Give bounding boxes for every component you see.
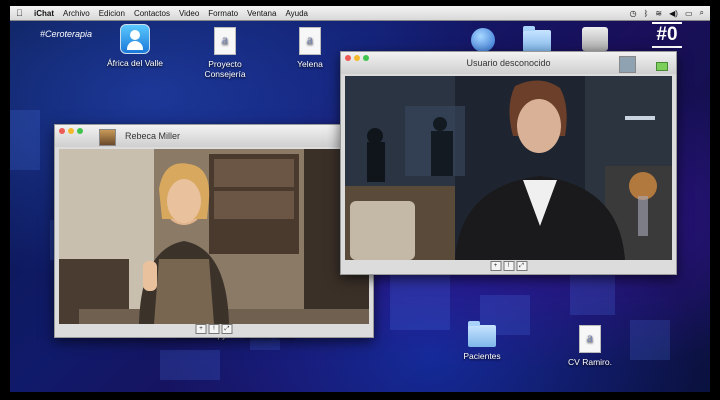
contact-avatar — [99, 129, 116, 146]
desktop-icon-label: Pacientes — [463, 351, 501, 361]
mute-button[interactable]: ! — [503, 261, 514, 271]
chat-bubble-icon[interactable] — [656, 62, 668, 71]
contact-card-icon — [120, 24, 150, 54]
bg-tile — [10, 110, 40, 170]
volume-icon[interactable]: ◀) — [669, 9, 678, 18]
close-window-button[interactable] — [59, 128, 65, 134]
chat-window-rebeca[interactable]: Rebeca Miller + ! ⤢ — [54, 124, 374, 338]
add-participant-button[interactable]: + — [490, 261, 501, 271]
menu-formato[interactable]: Formato — [208, 9, 238, 18]
hard-disk-icon — [582, 27, 608, 51]
window-title: Rebeca Miller — [125, 131, 181, 141]
menu-ichat[interactable]: iChat — [34, 9, 54, 18]
folder-icon — [523, 26, 551, 52]
document-icon: a — [214, 27, 236, 55]
window-controls — [59, 128, 83, 134]
desktop-icon-label: Yelena — [297, 59, 323, 69]
video-feed-unknown — [345, 76, 672, 260]
bluetooth-icon[interactable]: ᛒ — [644, 9, 649, 18]
status-area: ◷ ᛒ ≋ ◀) ▭ ⌕ — [630, 6, 704, 20]
menu-edicion[interactable]: Edicion — [99, 9, 125, 18]
contact-avatar — [619, 56, 636, 73]
window-titlebar[interactable]: Rebeca Miller — [55, 125, 373, 147]
channel-logo: #0 — [652, 22, 682, 48]
document-icon: a — [299, 27, 321, 55]
menu-contactos[interactable]: Contactos — [134, 9, 170, 18]
spotlight-icon[interactable]: ⌕ — [700, 8, 704, 18]
desktop-icon-yelena[interactable]: a Yelena — [275, 27, 345, 69]
clock-icon[interactable]: ◷ — [630, 9, 637, 18]
hashtag-label: #Ceroterapia — [40, 29, 93, 39]
menu-archivo[interactable]: Archivo — [63, 9, 90, 18]
chat-window-unknown[interactable]: Usuario desconocido + ! ⤢ — [340, 51, 677, 275]
video-feed-rebeca — [59, 149, 369, 324]
video-controls: + ! ⤢ — [195, 324, 233, 334]
desktop-icon-label: África del Valle — [106, 58, 164, 68]
video-controls: + ! ⤢ — [490, 261, 527, 271]
desktop-icon-africa[interactable]: África del Valle — [100, 24, 170, 68]
fullscreen-button[interactable]: ⤢ — [516, 261, 527, 271]
menu-ventana[interactable]: Ventana — [247, 9, 276, 18]
bg-tile — [630, 320, 670, 360]
desktop-icon-pacientes[interactable]: Pacientes — [447, 321, 517, 361]
bg-tile — [160, 350, 220, 380]
document-icon: a — [579, 325, 601, 353]
screen:  iChat Archivo Edicion Contactos Video … — [0, 0, 720, 400]
video-chat-icon — [471, 28, 495, 52]
minimize-window-button[interactable] — [68, 128, 74, 134]
desktop-icon-label: Proyecto Consejería — [204, 59, 246, 79]
menu-ayuda[interactable]: Ayuda — [285, 9, 308, 18]
window-titlebar[interactable]: Usuario desconocido — [341, 52, 676, 74]
folder-icon — [468, 321, 496, 347]
fullscreen-button[interactable]: ⤢ — [221, 324, 233, 334]
battery-icon[interactable]: ▭ — [685, 9, 693, 18]
desktop-icon-proyecto[interactable]: a Proyecto Consejería — [190, 27, 260, 79]
desktop-icon-label: CV Ramiro. — [568, 357, 612, 367]
add-participant-button[interactable]: + — [195, 324, 207, 334]
zoom-window-button[interactable] — [77, 128, 83, 134]
menu-video[interactable]: Video — [179, 9, 199, 18]
bg-tile — [390, 270, 450, 330]
wifi-icon[interactable]: ≋ — [655, 9, 662, 18]
apple-menu-icon[interactable]:  — [16, 8, 26, 18]
menu-bar:  iChat Archivo Edicion Contactos Video … — [10, 6, 710, 21]
mute-button[interactable]: ! — [208, 324, 220, 334]
desktop-icon-cv[interactable]: a CV Ramiro. — [555, 325, 625, 367]
